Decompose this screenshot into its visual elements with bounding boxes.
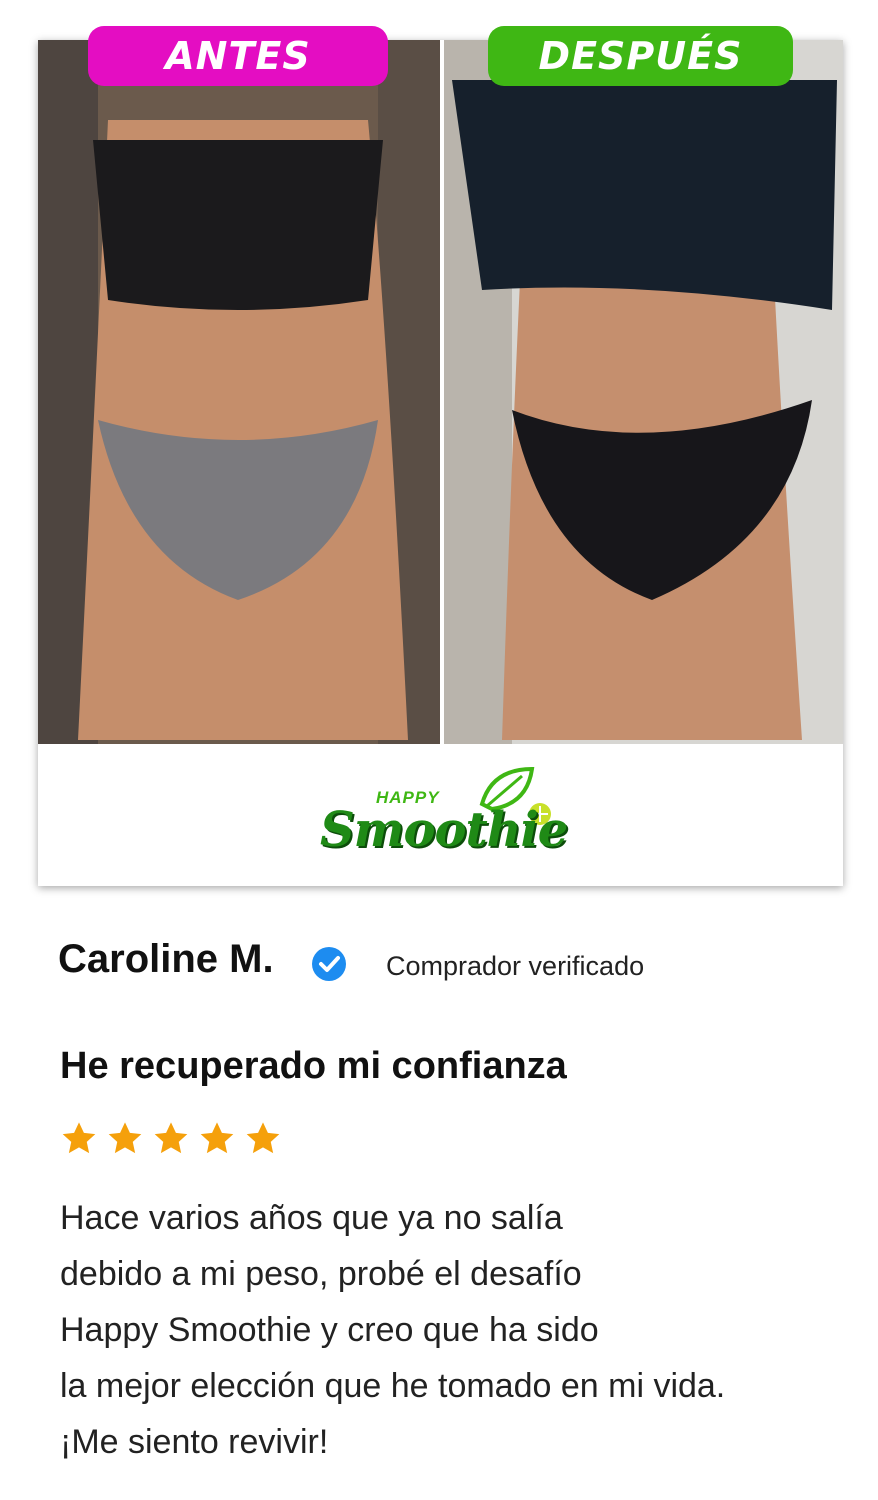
- review-body: Hace varios años que ya no salía debido …: [60, 1190, 725, 1470]
- star-icon: [62, 1122, 96, 1154]
- logo-smoothie: Smoothie: [320, 802, 568, 858]
- after-photo: [442, 40, 843, 744]
- review-line: Happy Smoothie y creo que ha sido: [60, 1311, 599, 1349]
- logo: HAPPY Smoothie: [38, 744, 843, 886]
- photo-divider: [440, 40, 444, 744]
- star-icon: [200, 1122, 234, 1154]
- star-icon: [246, 1122, 280, 1154]
- after-badge: DESPUÉS: [488, 26, 793, 86]
- before-photo: [38, 40, 442, 744]
- star-icon: [108, 1122, 142, 1154]
- review-title: He recuperado mi confianza: [60, 1045, 567, 1087]
- review-line: debido a mi peso, probé el desafío: [60, 1255, 582, 1293]
- review-line: la mejor elección que he tomado en mi vi…: [60, 1367, 726, 1405]
- verified-check-icon: [312, 947, 346, 981]
- before-badge: ANTES: [88, 26, 388, 86]
- reviewer-name: Caroline M.: [58, 937, 274, 981]
- verified-label: Comprador verificado: [386, 951, 645, 981]
- star-rating: [60, 1120, 282, 1158]
- before-after-card: ANTES DESPUÉS HAPPY Smoothie: [38, 26, 843, 886]
- review-line: ¡Me siento revivir!: [60, 1423, 329, 1461]
- review-line: Hace varios años que ya no salía: [60, 1199, 563, 1237]
- star-icon: [154, 1122, 188, 1154]
